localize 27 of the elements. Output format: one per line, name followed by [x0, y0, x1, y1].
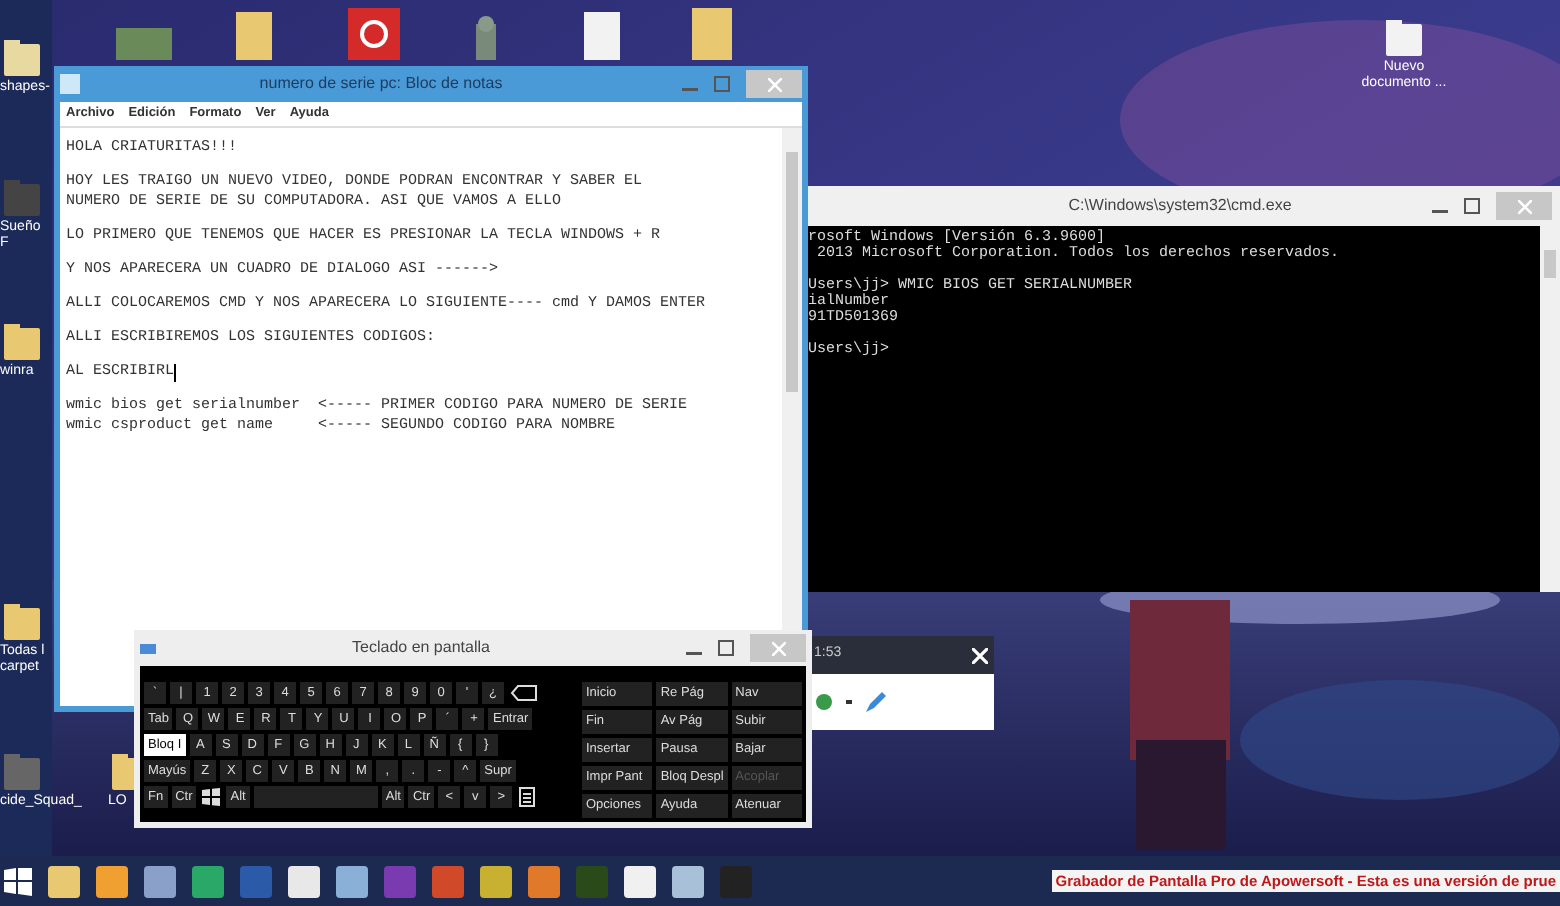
close-icon — [767, 77, 781, 91]
window-title: numero de serie pc: Bloc de notas — [257, 72, 505, 96]
camera-icon[interactable] — [814, 692, 834, 712]
menu-key-icon[interactable] — [516, 786, 539, 808]
app-icon[interactable] — [672, 865, 704, 897]
backspace-icon[interactable] — [508, 682, 540, 704]
app-icon[interactable] — [336, 865, 368, 897]
close-icon — [1517, 199, 1531, 213]
window-title: Teclado en pantalla — [350, 636, 492, 660]
scrollbar[interactable] — [1540, 226, 1560, 592]
app-icon[interactable] — [624, 865, 656, 897]
windows-icon[interactable] — [200, 786, 223, 808]
keyboard-icon — [140, 643, 156, 653]
figure-icon[interactable] — [472, 16, 500, 60]
app-icon[interactable] — [480, 865, 512, 897]
app-icon[interactable] — [48, 865, 80, 897]
app-icon[interactable] — [288, 865, 320, 897]
maximize-icon[interactable] — [1464, 198, 1480, 214]
pen-icon[interactable] — [864, 690, 888, 714]
window-title: C:\Windows\system32\cmd.exe — [1066, 194, 1294, 218]
close-icon — [771, 641, 785, 655]
windows-icon[interactable] — [4, 867, 32, 895]
maximize-icon[interactable] — [718, 640, 734, 656]
close-icon[interactable] — [972, 647, 988, 663]
notepad-icon — [60, 74, 80, 94]
app-icon[interactable] — [144, 865, 176, 897]
app-icon[interactable] — [96, 865, 128, 897]
